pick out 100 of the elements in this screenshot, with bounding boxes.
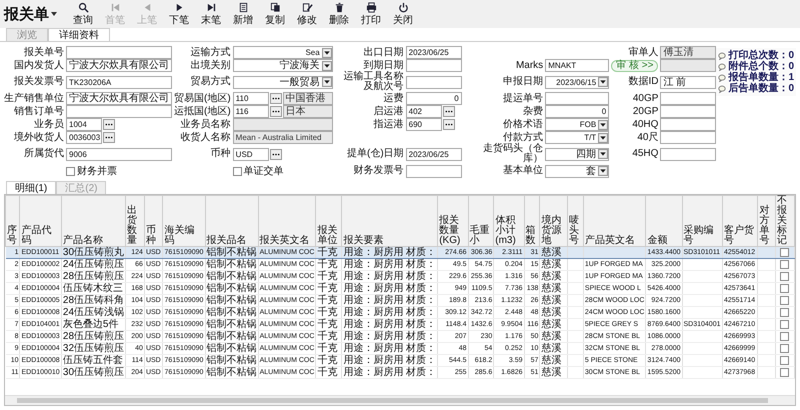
scrollbar[interactable] [5, 395, 795, 405]
checkbox[interactable] [780, 248, 790, 257]
dropdown-arrow-icon[interactable] [322, 48, 332, 58]
toolbar-button[interactable]: 关闭 [387, 2, 419, 26]
dropdown[interactable]: T/T [545, 131, 610, 144]
input-field[interactable]: 690 [406, 118, 442, 131]
browse-button[interactable] [442, 106, 455, 117]
input-field[interactable] [406, 164, 462, 178]
column-header[interactable]: 不报关标记 [775, 196, 794, 246]
toolbar-button[interactable]: 删除 [323, 2, 355, 26]
column-header[interactable]: 对方单号 [758, 196, 776, 246]
checkbox[interactable] [780, 356, 790, 365]
audit-button[interactable]: 审 核 >> [611, 60, 658, 72]
column-header[interactable]: 报关数量(KG) [438, 196, 468, 246]
browse-button[interactable] [270, 93, 282, 104]
checkbox[interactable] [780, 320, 790, 329]
checkbox[interactable]: 单证交单 [232, 164, 333, 178]
column-header[interactable]: 出货数量 [126, 196, 144, 246]
column-header[interactable]: 体积小计(m3) [494, 196, 524, 246]
dropdown-arrow-icon[interactable] [598, 120, 608, 130]
checkbox[interactable]: 财务并票 [66, 164, 172, 178]
input-field[interactable]: 0036003 [66, 131, 102, 144]
input-field[interactable]: 2023/06/25 [406, 46, 462, 59]
input-field[interactable] [660, 105, 716, 118]
checkbox[interactable] [780, 344, 790, 353]
dropdown-arrow-icon[interactable] [598, 166, 608, 176]
browse-button[interactable] [270, 148, 282, 160]
column-header[interactable]: 客户货号 [722, 196, 758, 246]
input-field[interactable]: 0 [406, 92, 462, 105]
input-field[interactable]: 江 前 [660, 76, 716, 88]
column-header[interactable]: 唛头号 [567, 196, 584, 246]
toolbar-button[interactable]: 打印 [355, 2, 387, 26]
tab[interactable]: 详细资料 [48, 28, 110, 41]
browse-button[interactable] [270, 106, 282, 117]
dropdown-arrow-icon[interactable] [598, 77, 608, 87]
column-header[interactable]: 金额 [646, 196, 682, 246]
column-header[interactable]: 报关品名 [205, 196, 258, 246]
input-field[interactable] [66, 46, 172, 59]
dropdown-arrow-icon[interactable] [598, 132, 608, 142]
checkbox[interactable] [780, 368, 790, 377]
input-field[interactable] [660, 148, 716, 160]
input-field[interactable] [660, 118, 716, 131]
column-header[interactable]: 海关编码 [162, 196, 206, 246]
dropdown[interactable]: Sea [232, 46, 333, 59]
input-field[interactable] [660, 92, 716, 105]
toolbar-button[interactable]: 新增 [227, 2, 259, 26]
dropdown[interactable]: 一般贸易 [232, 76, 333, 88]
dropdown[interactable]: 2023/06/15 [545, 76, 610, 88]
dropdown[interactable]: 四期 [545, 148, 610, 160]
browse-button[interactable] [103, 132, 115, 143]
column-header[interactable]: 币种 [144, 196, 163, 246]
column-header[interactable]: 报关英文名 [258, 196, 316, 246]
browse-button[interactable] [442, 119, 455, 130]
column-header[interactable]: 境内货源地 [540, 196, 568, 246]
dropdown-arrow-icon[interactable] [322, 60, 332, 70]
toolbar-button[interactable]: 修改 [291, 2, 323, 26]
column-header[interactable]: 采购编号 [682, 196, 722, 246]
input-field[interactable]: 1004 [66, 118, 102, 131]
caret-icon[interactable] [51, 12, 57, 16]
column-header[interactable]: 产品代码 [20, 196, 62, 246]
column-header[interactable]: 报关单位 [316, 196, 342, 246]
input-field[interactable]: 傅玉清 [660, 46, 716, 59]
input-field[interactable]: 402 [406, 105, 442, 118]
column-header[interactable]: 箱数 [524, 196, 540, 246]
input-field[interactable]: 116 [232, 105, 269, 118]
input-field[interactable]: USD [232, 148, 269, 160]
input-field[interactable] [545, 92, 610, 105]
toolbar-button[interactable]: 末笔 [195, 2, 227, 26]
checkbox[interactable] [780, 308, 790, 317]
input-field[interactable]: Mean - Australia Limited [232, 131, 333, 144]
input-field[interactable]: 宁波大尔炊具有限公司 [66, 59, 172, 72]
toolbar-button[interactable]: 查询 [67, 2, 99, 26]
input-field[interactable] [406, 59, 462, 72]
input-field[interactable] [66, 105, 172, 118]
input-field[interactable]: MNAKT [545, 59, 610, 72]
dropdown-arrow-icon[interactable] [322, 77, 332, 87]
tab[interactable]: 明细(1) [6, 181, 56, 194]
input-field[interactable] [232, 118, 333, 131]
column-header[interactable]: 产品名称 [61, 196, 126, 246]
dropdown-arrow-icon[interactable] [598, 149, 608, 159]
input-field[interactable]: 110 [232, 92, 269, 105]
checkbox[interactable] [780, 332, 790, 341]
checkbox[interactable] [780, 296, 790, 305]
dropdown[interactable]: 宁波海关 [232, 59, 333, 72]
column-header[interactable]: 产品英文名 [583, 196, 646, 246]
input-field[interactable] [406, 76, 462, 88]
checkbox[interactable] [780, 284, 790, 293]
checkbox[interactable] [780, 272, 790, 281]
input-field[interactable]: 9006 [66, 148, 172, 160]
input-field[interactable]: 0 [545, 105, 610, 118]
toolbar-button[interactable]: 下笔 [163, 2, 195, 26]
browse-button[interactable] [103, 119, 115, 130]
input-field[interactable]: 宁波大尔炊具有限公司 [66, 92, 172, 105]
column-header[interactable]: 报关要素 [342, 196, 438, 246]
input-field[interactable]: 2023/06/25 [406, 148, 462, 160]
input-field[interactable]: TK230206A [66, 76, 172, 88]
dropdown[interactable]: 套 [545, 164, 610, 178]
input-field[interactable] [660, 131, 716, 144]
dropdown[interactable]: FOB [545, 118, 610, 131]
column-header[interactable]: 毛重小 [468, 196, 494, 246]
